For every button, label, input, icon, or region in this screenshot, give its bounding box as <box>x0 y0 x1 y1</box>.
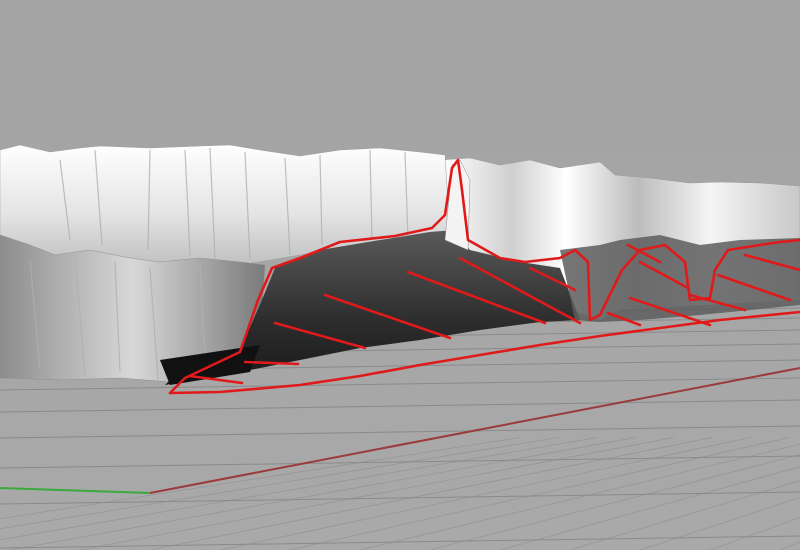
viewport-canvas[interactable] <box>0 0 800 550</box>
3d-viewport[interactable] <box>0 0 800 550</box>
